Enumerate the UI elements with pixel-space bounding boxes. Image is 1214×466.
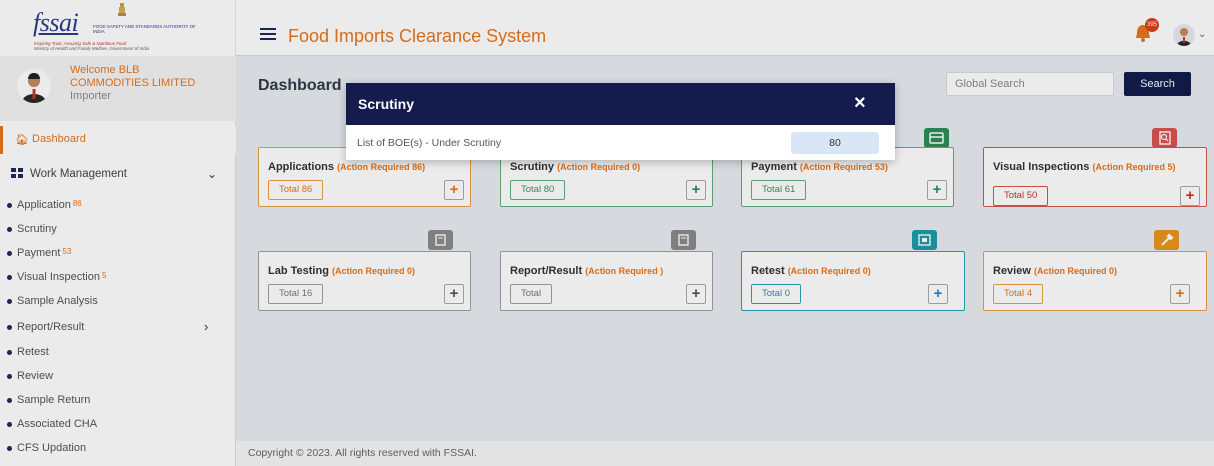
close-icon[interactable]: × [854, 92, 866, 115]
modal-header: Scrutiny × [346, 83, 895, 125]
scrutiny-modal: Scrutiny × List of BOE(s) - Under Scruti… [346, 83, 895, 160]
modal-overlay[interactable] [0, 0, 1214, 466]
row-label: List of BOE(s) - Under Scrutiny [357, 137, 502, 149]
modal-title: Scrutiny [358, 96, 415, 112]
row-count[interactable]: 80 [791, 132, 879, 154]
boe-scrutiny-row[interactable]: List of BOE(s) - Under Scrutiny 80 [346, 125, 895, 160]
